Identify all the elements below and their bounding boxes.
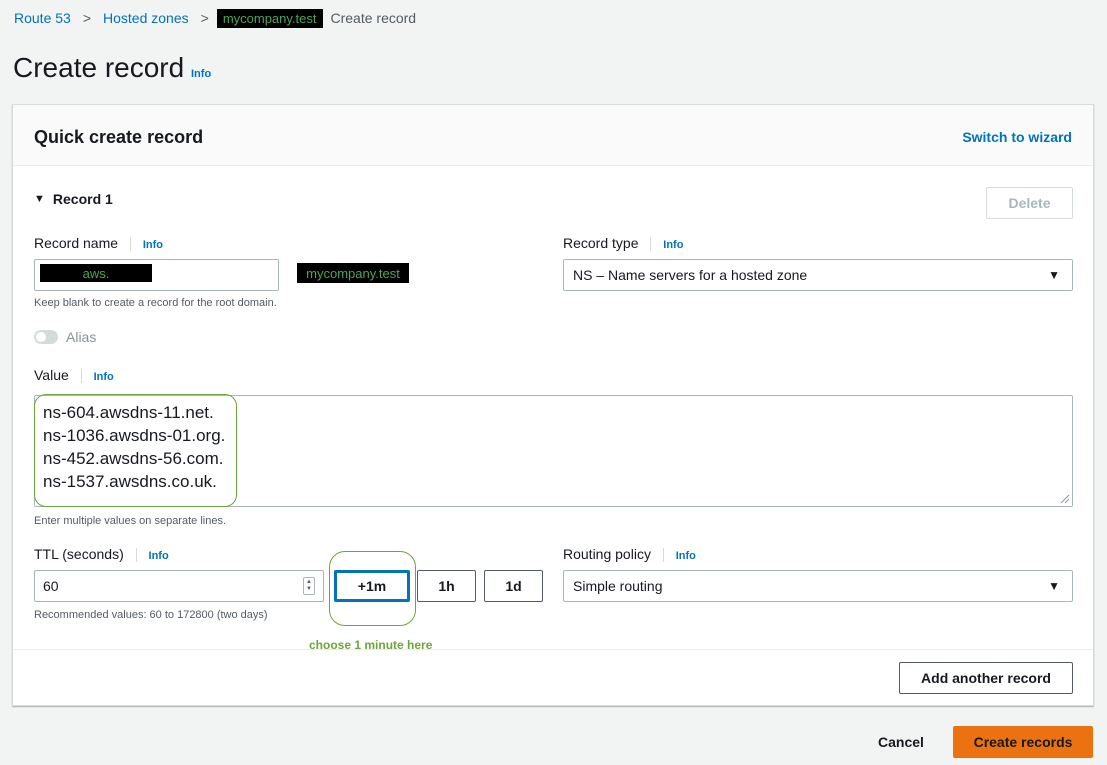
breadcrumb-route53[interactable]: Route 53 [14, 10, 71, 26]
breadcrumb: Route 53 > Hosted zones > mycompany.test… [14, 8, 416, 28]
ttl-hint: Recommended values: 60 to 172800 (two da… [34, 609, 268, 621]
delete-button[interactable]: Delete [986, 187, 1073, 219]
record-1-toggle[interactable]: ▼ Record 1 [34, 191, 113, 207]
chevron-right-icon: > [82, 10, 92, 26]
panel-header: Quick create record Switch to wizard [13, 105, 1093, 166]
ttl-info-link[interactable]: Info [149, 550, 169, 562]
breadcrumb-hosted-zones[interactable]: Hosted zones [103, 10, 189, 26]
page-info-link[interactable]: Info [191, 68, 211, 80]
add-another-record-button[interactable]: Add another record [899, 662, 1073, 694]
ttl-annotation-outline [329, 551, 416, 626]
record-type-label-row: Record type Info [563, 235, 683, 252]
record-name-value: aws. [40, 264, 152, 282]
routing-policy-value: Simple routing [573, 578, 663, 594]
chevron-right-icon: > [200, 10, 209, 26]
record-name-label-row: Record name Info [34, 235, 163, 252]
value-info-link[interactable]: Info [94, 371, 114, 383]
resize-handle-icon[interactable] [1060, 494, 1070, 504]
breadcrumb-current: Create record [330, 10, 417, 26]
routing-policy-info-link[interactable]: Info [676, 550, 696, 562]
record-name-label: Record name [34, 235, 119, 251]
switch-to-wizard-link[interactable]: Switch to wizard [962, 129, 1072, 145]
cancel-button[interactable]: Cancel [862, 726, 940, 758]
toggle-knob [36, 332, 46, 342]
value-annotation-outline [34, 394, 237, 507]
record-name-input[interactable]: aws. [34, 259, 279, 291]
ttl-1d-button[interactable]: 1d [484, 570, 543, 602]
value-hint: Enter multiple values on separate lines. [34, 515, 226, 527]
value-label: Value [34, 367, 69, 383]
divider [129, 237, 131, 252]
record-type-select[interactable]: NS – Name servers for a hosted zone ▼ [563, 259, 1073, 291]
alias-row: Alias [34, 329, 96, 345]
value-label-row: Value Info [34, 367, 114, 384]
caret-down-icon: ▼ [1048, 579, 1060, 593]
alias-toggle[interactable] [34, 330, 58, 344]
ttl-label-row: TTL (seconds) Info [34, 546, 169, 563]
panel-title: Quick create record [34, 127, 204, 147]
panel-divider [13, 649, 1093, 650]
divider [80, 369, 82, 384]
ttl-label: TTL (seconds) [34, 546, 124, 562]
divider [650, 237, 652, 252]
record-heading: Record 1 [52, 191, 113, 207]
divider [135, 548, 137, 563]
routing-policy-select[interactable]: Simple routing ▼ [563, 570, 1073, 602]
alias-label: Alias [66, 329, 97, 345]
ttl-input[interactable]: 60 ▲ ▼ [34, 570, 324, 602]
routing-policy-label-row: Routing policy Info [563, 546, 696, 563]
number-stepper-icon[interactable]: ▲ ▼ [303, 577, 315, 595]
breadcrumb-zone[interactable]: mycompany.test [216, 8, 323, 28]
domain-suffix: mycompany.test [297, 263, 409, 283]
record-name-info-link[interactable]: Info [143, 239, 163, 251]
page-title: Create record [13, 52, 185, 83]
caret-down-icon: ▼ [1048, 268, 1060, 282]
record-type-value: NS – Name servers for a hosted zone [573, 267, 808, 283]
routing-policy-label: Routing policy [563, 546, 651, 562]
ttl-value: 60 [43, 578, 59, 594]
divider [662, 548, 664, 563]
caret-down-icon: ▼ [34, 193, 45, 205]
quick-create-panel: Quick create record Switch to wizard ▼ R… [12, 104, 1094, 706]
record-type-label: Record type [563, 235, 639, 251]
ttl-1h-button[interactable]: 1h [417, 570, 476, 602]
create-records-button[interactable]: Create records [953, 726, 1093, 758]
record-type-info-link[interactable]: Info [663, 239, 683, 251]
record-name-hint: Keep blank to create a record for the ro… [34, 297, 277, 309]
